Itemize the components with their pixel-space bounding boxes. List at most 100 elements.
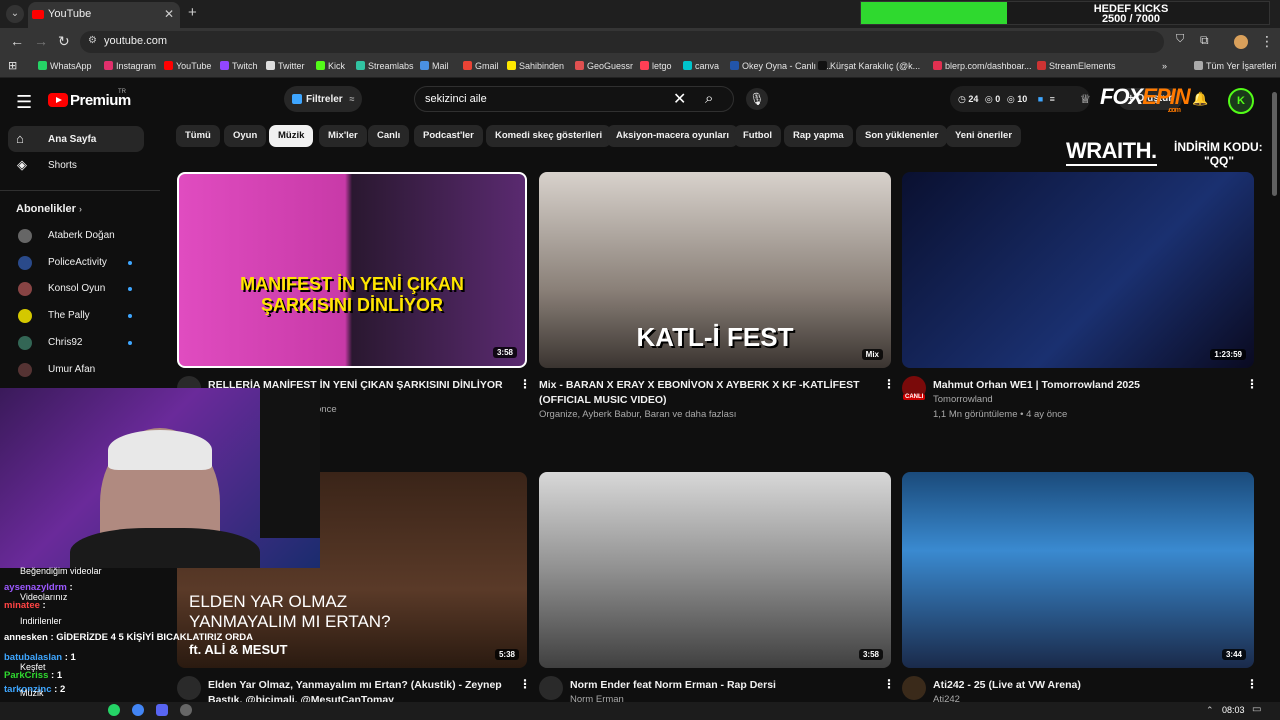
all-bookmarks-folder[interactable]: Tüm Yer İşaretleri (1194, 61, 1277, 71)
video-title[interactable]: Mahmut Orhan WE1 | Tomorrowland 2025 (933, 378, 1234, 392)
bookmark-favicon-icon (104, 61, 113, 70)
stat-eye-icon: ◎ (984, 94, 993, 104)
more-actions-icon[interactable]: ⋮ (519, 677, 531, 691)
page-scrollbar[interactable] (1272, 92, 1277, 196)
clear-search-icon[interactable]: ✕ (673, 89, 686, 109)
bookmark-item[interactable]: letgo (640, 61, 672, 71)
filter-chip[interactable]: Tümü (176, 125, 220, 147)
channel-avatar[interactable] (902, 676, 926, 700)
video-thumbnail[interactable]: 3:58 (539, 472, 891, 668)
extension-shield-icon[interactable]: ⛉ (1176, 33, 1184, 46)
apps-grid-icon[interactable]: ⊞ (8, 59, 17, 72)
tab-search-dropdown-icon[interactable]: ⌄ (6, 5, 24, 23)
sidebar-subscription-item[interactable]: Konsol Oyun (48, 283, 105, 294)
filter-chip[interactable]: Müzik (269, 125, 314, 147)
sidebar-item-shorts[interactable]: Shorts (48, 160, 77, 171)
bookmark-label: Kick (328, 61, 346, 71)
bookmark-item[interactable]: Sahibinden (507, 61, 564, 71)
bookmark-item[interactable]: Twitch (220, 61, 258, 71)
voice-search-mic-icon[interactable]: 🎙 (746, 88, 768, 110)
more-actions-icon[interactable]: ⋮ (519, 377, 531, 391)
video-thumbnail[interactable]: MANIFEST İN YENİ ÇIKAN ŞARKISINI DİNLİYO… (177, 172, 527, 368)
channel-name[interactable]: Organize, Ayberk Babur, Baran ve daha fa… (539, 409, 736, 420)
bookmark-item[interactable]: GeoGuessr (575, 61, 633, 71)
tab-close-icon[interactable]: ✕ (164, 2, 174, 26)
sidebar-subscription-item[interactable]: The Pally (48, 310, 90, 321)
filter-chip[interactable]: Futbol (734, 125, 782, 147)
user-avatar[interactable]: K (1228, 88, 1254, 114)
bookmark-item[interactable]: Twitter (266, 61, 305, 71)
site-info-icon[interactable]: ⚙ (88, 35, 97, 46)
channel-avatar[interactable] (539, 676, 563, 700)
video-title[interactable]: Elden Yar Olmaz, Yanmayalım mı Ertan? (A… (208, 678, 507, 692)
more-actions-icon[interactable]: ⋮ (883, 677, 895, 691)
back-arrow-icon[interactable]: ← (10, 33, 24, 49)
filter-chip[interactable]: Yeni öneriler (946, 125, 1022, 147)
reload-icon[interactable]: ↻ (58, 33, 70, 50)
sidebar-subscription-item[interactable]: Ataberk Doğan (48, 230, 115, 241)
bookmark-item[interactable]: Gmail (463, 61, 499, 71)
youtube-logo-icon[interactable] (48, 93, 68, 107)
profile-avatar[interactable] (1234, 35, 1248, 49)
more-actions-icon[interactable]: ⋮ (1246, 677, 1258, 691)
channel-name[interactable]: Tomorrowland (933, 394, 993, 405)
filter-chip[interactable]: Mix'ler (319, 125, 367, 147)
new-tab-button[interactable]: + (188, 4, 197, 21)
extensions-puzzle-icon[interactable]: ⧉ (1200, 33, 1209, 48)
whatsapp-taskbar-icon[interactable] (108, 704, 120, 716)
bookmark-item[interactable]: Kick (316, 61, 345, 71)
bookmark-item[interactable]: StreamElements (1037, 61, 1116, 71)
more-actions-icon[interactable]: ⋮ (1246, 377, 1258, 391)
video-title[interactable]: Norm Ender feat Norm Erman - Rap Dersi (570, 678, 871, 692)
sidebar-subscription-item[interactable]: Umur Afan (48, 364, 95, 375)
obs-taskbar-icon[interactable] (180, 704, 192, 716)
chrome-taskbar-icon[interactable] (132, 704, 144, 716)
filter-chip[interactable]: Komedi skeç gösterileri (486, 125, 612, 147)
extension-stats-pill[interactable]: ◷ 24 ◎ 0 ◎ 10 ■ ≡ (950, 86, 1090, 112)
search-input[interactable]: sekizinci aile (425, 93, 487, 105)
filters-button[interactable]: Filtreler ≈ (284, 86, 362, 112)
trophy-icon[interactable]: ♕ (1080, 92, 1091, 106)
bookmark-item[interactable]: canva (683, 61, 719, 71)
notification-center-icon[interactable]: ▭ (1252, 704, 1261, 715)
sidebar-subscription-item[interactable]: PoliceActivity (48, 257, 107, 268)
tray-chevron-icon[interactable]: ⌃ (1206, 705, 1214, 716)
bookmarks-overflow-icon[interactable]: » (1162, 61, 1167, 71)
filter-chip[interactable]: Canlı (368, 125, 410, 147)
chat-message: annesken : GİDERİZDE 4 5 KİŞİYİ BICAKLAT… (4, 632, 253, 643)
chevron-right-icon: › (78, 204, 82, 214)
more-actions-icon[interactable]: ⋮ (883, 377, 895, 391)
filter-chip[interactable]: Oyun (224, 125, 267, 147)
subscriptions-header[interactable]: Abonelikler › (16, 203, 82, 215)
video-title[interactable]: Ati242 - 25 (Live at VW Arena) (933, 678, 1234, 692)
video-thumbnail[interactable]: KATL-İ FEST Mix (539, 172, 891, 368)
video-title[interactable]: Mix - BARAN X ERAY X EBONİVON X AYBERK X… (539, 378, 871, 392)
search-box[interactable]: sekizinci aile ✕ ⌕ (414, 86, 734, 112)
video-thumbnail[interactable]: 1:23:59 (902, 172, 1254, 368)
bookmark-item[interactable]: Kürşat Karakılıç (@k... (818, 61, 920, 71)
channel-avatar[interactable] (177, 676, 201, 700)
address-bar[interactable]: ⚙ youtube.com (80, 31, 1164, 53)
bookmark-item[interactable]: Instagram (104, 61, 156, 71)
notifications-bell-icon[interactable]: 🔔 (1192, 91, 1208, 107)
browser-menu-icon[interactable]: ⋮ (1260, 33, 1274, 50)
bookmark-favicon-icon (1037, 61, 1046, 70)
filter-chip[interactable]: Rap yapma (784, 125, 853, 147)
menu-hamburger-icon[interactable]: ☰ (16, 92, 32, 113)
bookmark-item[interactable]: WhatsApp (38, 61, 92, 71)
forward-arrow-icon[interactable]: → (34, 33, 48, 49)
discord-taskbar-icon[interactable] (156, 704, 168, 716)
bookmark-item[interactable]: Okey Oyna - Canlı 1... (730, 61, 831, 71)
tab-youtube[interactable]: YouTube ✕ (28, 2, 180, 28)
bookmark-item[interactable]: blerp.com/dashboar... (933, 61, 1032, 71)
filter-chip[interactable]: Son yüklenenler (856, 125, 948, 147)
filter-chip[interactable]: Aksiyon-macera oyunları (607, 125, 738, 147)
search-icon[interactable]: ⌕ (705, 90, 713, 107)
filter-chip[interactable]: Podcast'ler (414, 125, 483, 147)
video-thumbnail[interactable]: 3:44 (902, 472, 1254, 668)
bookmark-item[interactable]: Streamlabs (356, 61, 414, 71)
bookmark-item[interactable]: Mail (420, 61, 449, 71)
sidebar-subscription-item[interactable]: Chris92 (48, 337, 82, 348)
video-title-line2[interactable]: (OFFICIAL MUSIC VIDEO) (539, 393, 667, 407)
bookmark-item[interactable]: YouTube (164, 61, 211, 71)
